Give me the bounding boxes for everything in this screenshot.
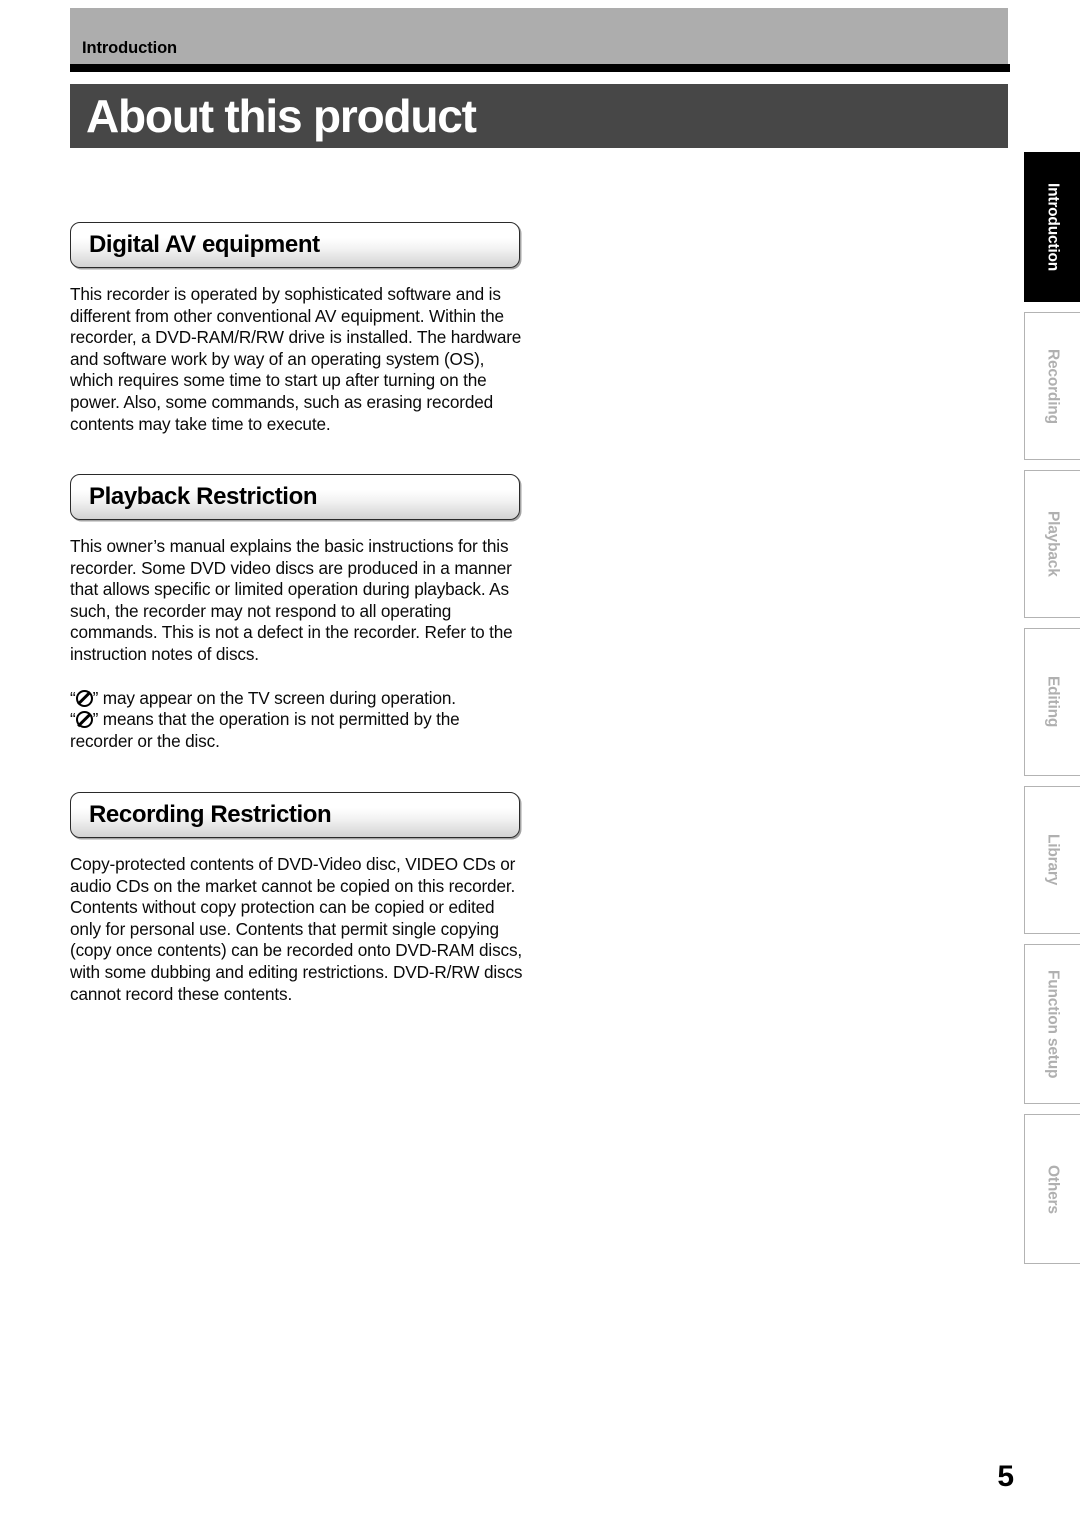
chapter-tab-library[interactable]: Library — [1024, 786, 1080, 934]
chapter-tab-function-setup[interactable]: Function setup — [1024, 944, 1080, 1104]
chapter-tab-editing[interactable]: Editing — [1024, 628, 1080, 776]
no-entry-icon — [75, 711, 93, 729]
symbol-note-line-1: ” may appear on the TV screen during ope… — [92, 687, 456, 708]
chapter-tab-label: Playback — [1044, 511, 1062, 577]
manual-page: Introduction About this product Digital … — [0, 0, 1080, 1526]
chapter-tab-introduction[interactable]: Introduction — [1024, 152, 1080, 302]
running-head-label: Introduction — [82, 39, 178, 57]
section-heading-box: Digital AV equipment — [70, 222, 520, 268]
running-head-bar: Introduction — [70, 8, 1008, 64]
section-digital-av-equipment: Digital AV equipment This recorder is op… — [70, 222, 525, 435]
chapter-tab-label: Library — [1044, 834, 1062, 886]
chapter-tab-recording[interactable]: Recording — [1024, 312, 1080, 460]
section-body-text: Copy-protected contents of DVD-Video dis… — [70, 854, 516, 896]
section-body-text: This owner’s manual explains the basic i… — [70, 536, 513, 664]
chapter-tab-strip: Introduction Recording Playback Editing Libr… — [1024, 152, 1080, 1274]
section-body-text-continued: Contents without copy protection can be … — [70, 897, 523, 1004]
section-body-text: This recorder is operated by sophisticat… — [70, 284, 522, 434]
chapter-tab-playback[interactable]: Playback — [1024, 470, 1080, 618]
chapter-tab-label: Function setup — [1044, 969, 1062, 1079]
chapter-tab-label: Recording — [1044, 348, 1062, 424]
prohibition-symbol-note: “” may appear on the TV screen during op… — [70, 688, 525, 753]
section-playback-restriction: Playback Restriction This owner’s manual… — [70, 474, 525, 752]
section-recording-restriction: Recording Restriction Copy-protected con… — [70, 792, 525, 1005]
symbol-note-line-2: ” means that the operation is not permit… — [70, 709, 460, 751]
section-heading-box: Playback Restriction — [70, 474, 520, 520]
section-heading-label: Digital AV equipment — [89, 231, 320, 258]
page-title: About this product — [86, 90, 477, 142]
page-number: 5 — [997, 1460, 1014, 1493]
chapter-tab-label: Editing — [1044, 676, 1062, 728]
no-entry-icon — [75, 689, 93, 707]
chapter-title-bar: About this product — [70, 84, 1008, 148]
section-heading-label: Playback Restriction — [89, 483, 318, 510]
header-rule — [70, 64, 1010, 72]
chapter-tab-others[interactable]: Others — [1024, 1114, 1080, 1264]
chapter-tab-label: Others — [1044, 1164, 1062, 1214]
section-heading-box: Recording Restriction — [70, 792, 520, 838]
section-heading-label: Recording Restriction — [89, 801, 332, 828]
chapter-tab-label: Introduction — [1044, 183, 1062, 271]
